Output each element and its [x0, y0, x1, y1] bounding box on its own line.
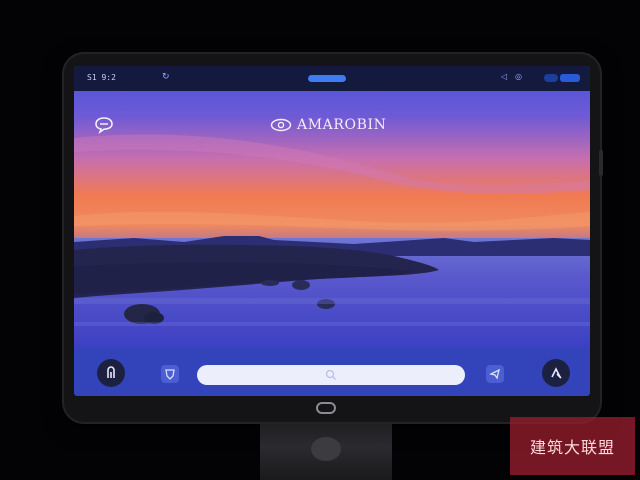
cast-icon: ◁	[501, 72, 508, 81]
exit-icon	[107, 366, 115, 378]
battery-icon	[560, 74, 580, 82]
send-button[interactable]	[486, 365, 504, 383]
monitor-side-tab	[599, 150, 603, 176]
sunset-lake-wallpaper	[74, 66, 590, 350]
screen: S1 9:2 ↻ ◁ ◎ AMAROBIN	[74, 66, 590, 396]
shield-icon	[165, 369, 175, 380]
search-icon	[325, 369, 336, 380]
settings-button[interactable]	[542, 359, 570, 387]
send-icon	[489, 368, 500, 380]
brand: AMAROBIN	[270, 117, 386, 133]
stand-knob	[311, 437, 341, 461]
exit-button[interactable]	[97, 359, 125, 387]
search-bar[interactable]	[197, 365, 465, 385]
watermark: 建筑大联盟	[510, 417, 635, 475]
sync-icon: ↻	[162, 72, 170, 82]
eye-logo-icon	[270, 118, 292, 132]
brand-label: AMAROBIN	[297, 117, 387, 133]
toggle-icon[interactable]	[544, 74, 558, 82]
settings-icon	[551, 367, 562, 379]
status-indicator-pill	[308, 75, 346, 82]
status-time: S1 9:2	[87, 73, 116, 82]
watermark-text: 建筑大联盟	[529, 438, 615, 457]
home-button[interactable]	[316, 402, 336, 414]
shield-button[interactable]	[161, 365, 179, 383]
wifi-icon: ◎	[515, 72, 522, 81]
status-bar: S1 9:2 ↻ ◁ ◎	[74, 66, 590, 91]
chat-bubble-icon[interactable]	[94, 116, 114, 134]
